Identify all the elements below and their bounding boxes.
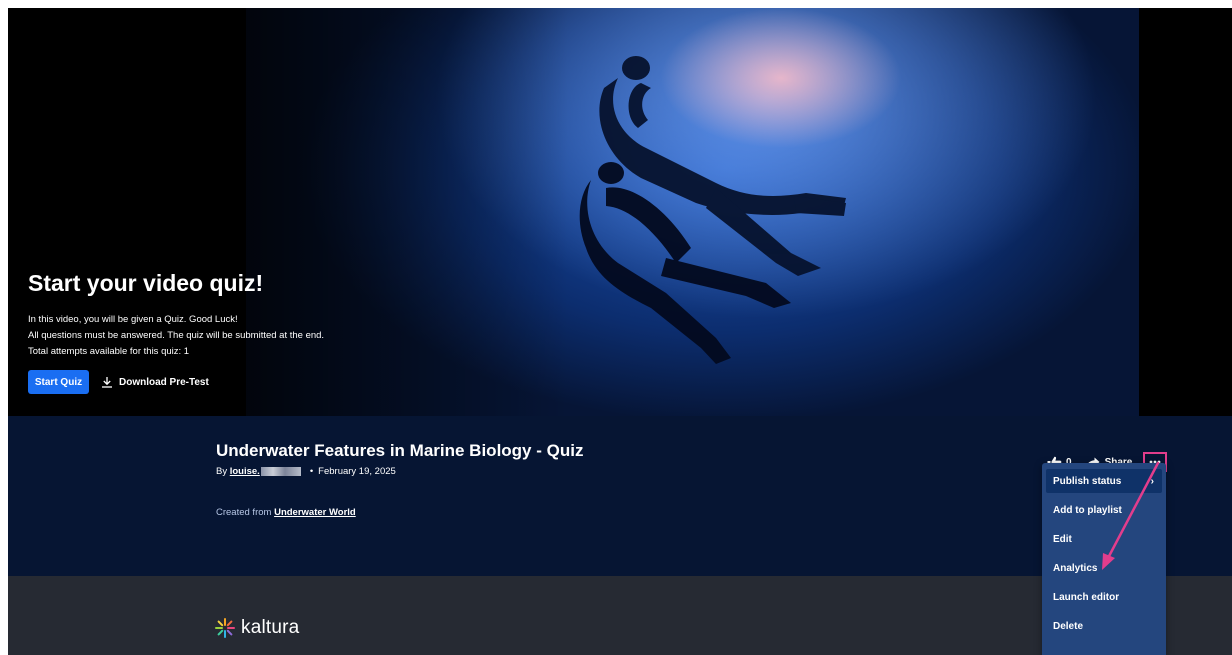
menu-item-add-to-playlist[interactable]: Add to playlist <box>1046 498 1162 522</box>
more-actions-menu: Publish status › Add to playlist Edit An… <box>1042 463 1166 655</box>
separator-dot: • <box>309 466 314 477</box>
download-pretest-label: Download Pre-Test <box>119 376 209 388</box>
video-player[interactable]: Start your video quiz! In this video, yo… <box>8 8 1232 416</box>
quiz-instruction-line: Total attempts available for this quiz: … <box>28 346 190 357</box>
kaltura-spark-icon <box>215 618 235 638</box>
quiz-title: Start your video quiz! <box>28 270 264 296</box>
quiz-instructions: In this video, you will be given a Quiz.… <box>28 312 324 360</box>
menu-item-launch-editor[interactable]: Launch editor <box>1046 585 1162 609</box>
menu-item-label: Delete <box>1053 620 1084 632</box>
menu-item-edit[interactable]: Edit <box>1046 527 1162 551</box>
menu-item-label: Analytics <box>1053 562 1098 574</box>
download-icon <box>102 377 112 388</box>
menu-item-label: Edit <box>1053 533 1072 545</box>
entry-date: February 19, 2025 <box>318 466 396 477</box>
source-entry-link[interactable]: Underwater World <box>274 507 356 518</box>
menu-item-label: Add to playlist <box>1053 504 1122 516</box>
download-pretest-button[interactable]: Download Pre-Test <box>101 370 209 394</box>
redacted-author-name <box>260 467 301 476</box>
entry-title: Underwater Features in Marine Biology - … <box>216 441 584 460</box>
quiz-instruction-line: All questions must be answered. The quiz… <box>28 330 325 341</box>
kaltura-logo[interactable]: kaltura <box>215 617 299 639</box>
entry-byline: By louise. • February 19, 2025 <box>216 466 396 477</box>
brand-name: kaltura <box>241 617 300 638</box>
by-prefix: By <box>216 466 228 477</box>
start-quiz-button[interactable]: Start Quiz <box>28 370 89 394</box>
created-from: Created from Underwater World <box>216 507 356 518</box>
menu-item-analytics[interactable]: Analytics <box>1046 556 1162 580</box>
created-prefix: Created from <box>216 507 272 518</box>
quiz-instruction-line: In this video, you will be given a Quiz.… <box>28 314 238 325</box>
author-link[interactable]: louise. <box>230 466 260 477</box>
menu-item-delete[interactable]: Delete <box>1046 614 1162 638</box>
chevron-right-icon: › <box>1150 475 1154 487</box>
menu-item-publish-status[interactable]: Publish status › <box>1046 469 1162 493</box>
menu-item-label: Publish status <box>1053 475 1122 487</box>
menu-item-label: Launch editor <box>1053 591 1120 603</box>
